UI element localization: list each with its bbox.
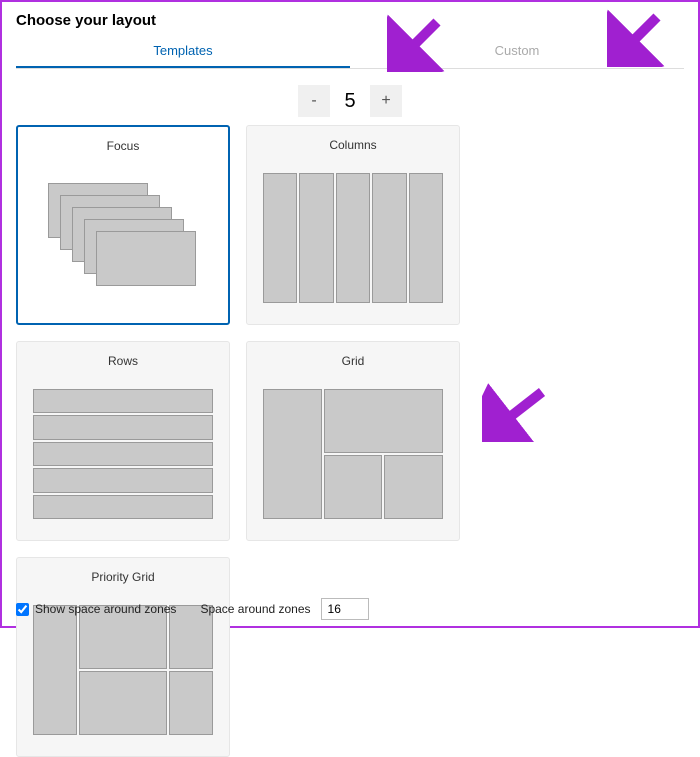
template-grid[interactable]: Grid <box>246 341 460 541</box>
tab-custom[interactable]: Custom <box>350 35 684 68</box>
tab-bar: Templates Custom <box>16 35 684 69</box>
page-title: Choose your layout <box>16 12 684 29</box>
zone-count-value: 5 <box>330 90 370 113</box>
footer: Show space around zones Space around zon… <box>16 598 684 620</box>
template-rows[interactable]: Rows <box>16 341 230 541</box>
template-label: Rows <box>108 354 138 368</box>
tab-templates[interactable]: Templates <box>16 35 350 68</box>
template-focus[interactable]: Focus <box>16 125 230 325</box>
show-space-checkbox[interactable]: Show space around zones <box>16 602 176 616</box>
template-columns[interactable]: Columns <box>246 125 460 325</box>
space-around-label: Space around zones <box>200 602 310 616</box>
preview-grid <box>257 380 449 528</box>
template-label: Priority Grid <box>91 570 154 584</box>
preview-columns <box>257 164 449 312</box>
show-space-label: Show space around zones <box>35 602 176 616</box>
template-label: Grid <box>342 354 365 368</box>
space-around-input[interactable] <box>321 598 369 620</box>
template-label: Focus <box>107 139 140 153</box>
template-grid: Focus Columns Rows Grid Priority Grid <box>2 125 698 757</box>
preview-focus <box>28 165 218 311</box>
decrease-button[interactable]: - <box>298 85 330 117</box>
space-around-field: Space around zones <box>200 598 368 620</box>
preview-rows <box>27 380 219 528</box>
increase-button[interactable]: + <box>370 85 402 117</box>
template-priority-grid[interactable]: Priority Grid <box>16 557 230 757</box>
template-label: Columns <box>329 138 376 152</box>
show-space-input[interactable] <box>16 603 29 616</box>
zone-count-stepper: - 5 + <box>2 85 698 117</box>
